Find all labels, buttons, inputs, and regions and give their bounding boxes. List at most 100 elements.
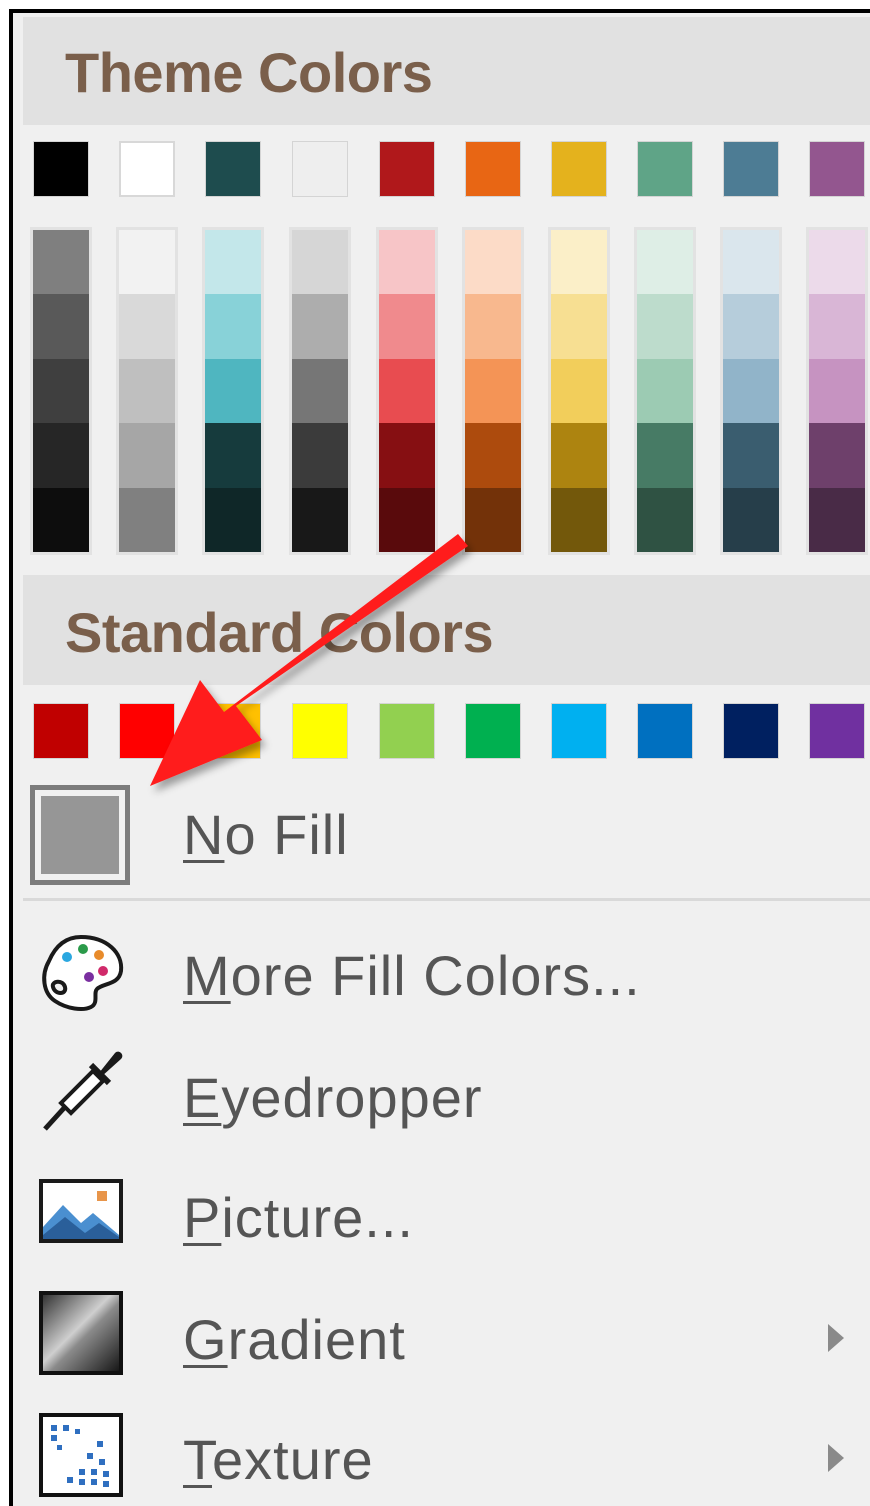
theme-shade-swatch[interactable] (465, 487, 521, 552)
gradient-chevron-right-icon (828, 1324, 844, 1352)
theme-shade-swatch[interactable] (292, 230, 348, 295)
standard-swatch-light-green[interactable] (379, 703, 435, 759)
theme-shade-column (30, 227, 92, 555)
theme-shade-swatch[interactable] (33, 358, 89, 424)
more-fill-colors-item[interactable]: More Fill Colors... (13, 913, 870, 1023)
standard-swatch-dark-blue[interactable] (723, 703, 779, 759)
theme-shade-swatch[interactable] (637, 358, 693, 424)
theme-shade-swatch[interactable] (465, 230, 521, 295)
theme-shade-swatch[interactable] (723, 423, 779, 488)
theme-shade-column (376, 227, 438, 555)
theme-shade-swatch[interactable] (809, 358, 865, 424)
theme-shade-swatch[interactable] (379, 230, 435, 295)
theme-shade-swatch[interactable] (551, 230, 607, 295)
more-fill-colors-label: More Fill Colors... (183, 944, 641, 1007)
theme-swatch-white[interactable] (119, 141, 175, 197)
theme-shade-swatch[interactable] (637, 230, 693, 295)
theme-shade-swatch[interactable] (292, 294, 348, 359)
standard-swatch-dark-red[interactable] (33, 703, 89, 759)
gradient-icon (39, 1291, 123, 1380)
theme-shade-swatch[interactable] (379, 358, 435, 424)
theme-shade-swatch[interactable] (809, 230, 865, 295)
standard-swatch-yellow[interactable] (292, 703, 348, 759)
standard-swatch-orange[interactable] (205, 703, 261, 759)
theme-shade-column (720, 227, 782, 555)
standard-swatch-red[interactable] (119, 703, 175, 759)
theme-shade-column (116, 227, 178, 555)
standard-swatch-blue[interactable] (637, 703, 693, 759)
theme-shade-column (289, 227, 351, 555)
standard-swatch-light-blue[interactable] (551, 703, 607, 759)
theme-shade-swatch[interactable] (637, 487, 693, 552)
theme-swatch-dark-teal[interactable] (205, 141, 261, 197)
theme-shade-swatch[interactable] (205, 230, 261, 295)
theme-shade-swatch[interactable] (379, 294, 435, 359)
theme-swatch-black[interactable] (33, 141, 89, 197)
no-fill-label: No Fill (183, 803, 349, 866)
theme-shade-swatch[interactable] (551, 487, 607, 552)
no-fill-item[interactable]: No Fill (13, 784, 870, 894)
theme-shade-swatch[interactable] (33, 294, 89, 359)
eyedropper-label: Eyedropper (183, 1066, 483, 1129)
texture-icon (39, 1413, 123, 1502)
theme-shade-swatch[interactable] (33, 423, 89, 488)
theme-colors-header: Theme Colors (23, 17, 870, 125)
theme-shade-swatch[interactable] (723, 230, 779, 295)
theme-swatch-orange[interactable] (465, 141, 521, 197)
theme-shade-swatch[interactable] (119, 487, 175, 552)
menu-divider (23, 898, 870, 901)
theme-shade-swatch[interactable] (119, 358, 175, 424)
picture-label: Picture... (183, 1186, 414, 1249)
theme-shade-swatch[interactable] (809, 294, 865, 359)
theme-shade-swatch[interactable] (379, 487, 435, 552)
theme-shade-swatch[interactable] (551, 358, 607, 424)
theme-shade-swatch[interactable] (205, 294, 261, 359)
theme-swatch-gold[interactable] (551, 141, 607, 197)
theme-shade-column (806, 227, 868, 555)
theme-shade-swatch[interactable] (551, 294, 607, 359)
theme-shade-swatch[interactable] (292, 423, 348, 488)
theme-shade-swatch[interactable] (119, 294, 175, 359)
picture-item[interactable]: Picture... (13, 1155, 870, 1265)
theme-shade-swatch[interactable] (465, 423, 521, 488)
theme-swatch-light-gray[interactable] (292, 141, 348, 197)
theme-shade-swatch[interactable] (465, 358, 521, 424)
theme-shade-swatch[interactable] (465, 294, 521, 359)
theme-shade-swatch[interactable] (379, 423, 435, 488)
theme-swatch-steel-blue[interactable] (723, 141, 779, 197)
texture-label: Texture (183, 1428, 374, 1491)
theme-shade-column (548, 227, 610, 555)
texture-item[interactable]: Texture (13, 1397, 870, 1506)
theme-shade-swatch[interactable] (292, 358, 348, 424)
theme-shade-swatch[interactable] (809, 487, 865, 552)
theme-swatch-sea-green[interactable] (637, 141, 693, 197)
theme-shade-column (634, 227, 696, 555)
theme-shade-swatch[interactable] (119, 423, 175, 488)
theme-shade-swatch[interactable] (119, 230, 175, 295)
theme-swatch-purple[interactable] (809, 141, 865, 197)
theme-shade-swatch[interactable] (33, 230, 89, 295)
theme-swatch-dark-red[interactable] (379, 141, 435, 197)
standard-swatch-purple[interactable] (809, 703, 865, 759)
theme-shade-swatch[interactable] (205, 358, 261, 424)
theme-shade-swatch[interactable] (723, 358, 779, 424)
theme-shade-column (202, 227, 264, 555)
theme-shade-swatch[interactable] (205, 487, 261, 552)
standard-swatch-green[interactable] (465, 703, 521, 759)
eyedropper-item[interactable]: Eyedropper (13, 1035, 870, 1145)
palette-icon (37, 933, 127, 1018)
texture-chevron-right-icon (828, 1444, 844, 1472)
theme-shade-swatch[interactable] (292, 487, 348, 552)
theme-shade-column (462, 227, 524, 555)
theme-shade-swatch[interactable] (723, 294, 779, 359)
theme-shade-swatch[interactable] (637, 294, 693, 359)
eyedropper-icon (39, 1045, 129, 1140)
standard-colors-header: Standard Colors (23, 575, 870, 685)
theme-shade-swatch[interactable] (33, 487, 89, 552)
theme-shade-swatch[interactable] (723, 487, 779, 552)
gradient-item[interactable]: Gradient (13, 1277, 870, 1387)
theme-shade-swatch[interactable] (637, 423, 693, 488)
theme-shade-swatch[interactable] (551, 423, 607, 488)
theme-shade-swatch[interactable] (809, 423, 865, 488)
theme-shade-swatch[interactable] (205, 423, 261, 488)
